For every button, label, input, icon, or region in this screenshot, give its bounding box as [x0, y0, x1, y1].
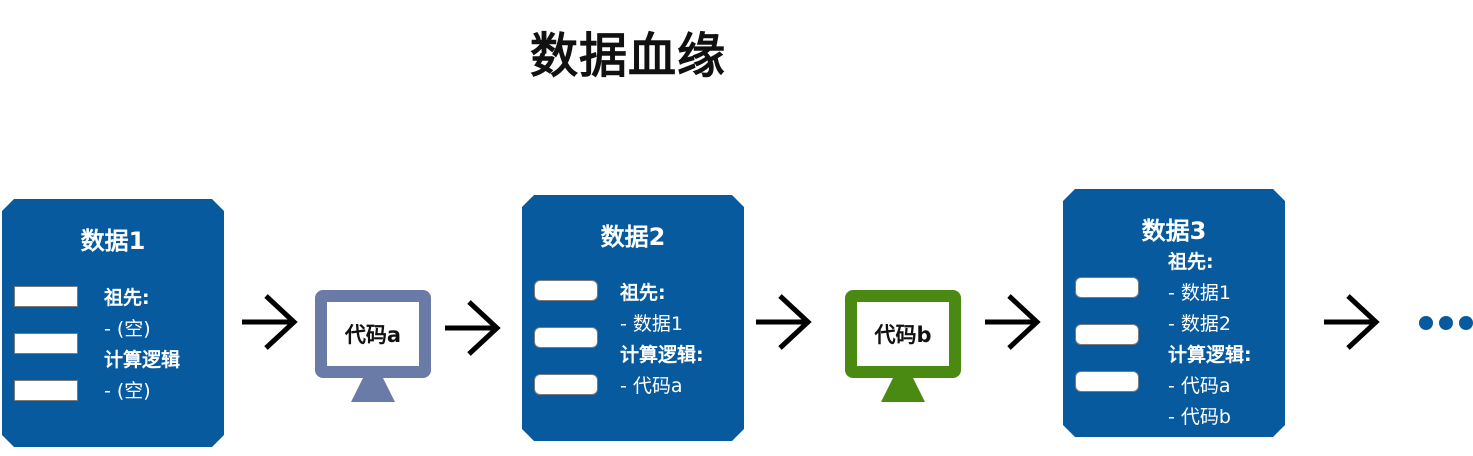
- field-slot: [14, 380, 78, 401]
- field-slot: [534, 280, 598, 301]
- data-node-1-title: 数据1: [80, 227, 146, 255]
- field-slot: [1075, 371, 1139, 392]
- ancestor-item: - 数据1: [1168, 282, 1231, 304]
- logic-label: 计算逻辑:: [620, 344, 704, 366]
- data-node-3-info: 祖先: - 数据1 - 数据2 计算逻辑: - 代码a - 代码b: [1168, 247, 1252, 433]
- data-node-3-title: 数据3: [1141, 217, 1207, 245]
- logic-item: - (空): [104, 380, 151, 402]
- ancestors-label: 祖先:: [620, 282, 666, 304]
- monitor-stand: [881, 378, 925, 402]
- arrow-right-icon: [445, 300, 501, 356]
- data-node-3[interactable]: 数据3 祖先: - 数据1 - 数据2 计算逻辑: - 代码a - 代码b: [1063, 189, 1285, 437]
- ancestor-item: - (空): [104, 318, 151, 340]
- code-node-a[interactable]: 代码a: [315, 290, 431, 402]
- code-node-b[interactable]: 代码b: [845, 290, 961, 402]
- ancestors-label: 祖先:: [104, 287, 150, 309]
- data-node-2-info: 祖先: - 数据1 计算逻辑: - 代码a: [620, 278, 704, 402]
- field-slot: [1075, 277, 1139, 298]
- arrow-right-icon: [985, 294, 1041, 350]
- data-node-1[interactable]: 数据1 祖先: - (空) 计算逻辑 - (空): [2, 199, 224, 447]
- data-node-2[interactable]: 数据2 祖先: - 数据1 计算逻辑: - 代码a: [522, 195, 744, 441]
- logic-item: - 代码a: [620, 375, 683, 397]
- arrow-right-icon: [756, 294, 812, 350]
- logic-label: 计算逻辑: [104, 349, 181, 371]
- field-slot: [1075, 324, 1139, 345]
- data-node-2-title: 数据2: [600, 223, 666, 251]
- arrow-right-icon: [1324, 294, 1380, 350]
- arrow-right-icon: [242, 294, 298, 350]
- monitor-stand: [351, 378, 395, 402]
- logic-label: 计算逻辑:: [1168, 344, 1252, 366]
- logic-item: - 代码b: [1168, 406, 1231, 428]
- ancestors-label: 祖先:: [1168, 251, 1214, 273]
- field-slot: [534, 327, 598, 348]
- field-slot: [14, 286, 78, 307]
- data-node-1-info: 祖先: - (空) 计算逻辑 - (空): [104, 283, 180, 407]
- field-slot: [14, 333, 78, 354]
- more-dots-icon: [1419, 316, 1473, 330]
- ancestor-item: - 数据1: [620, 313, 683, 335]
- logic-item: - 代码a: [1168, 375, 1231, 397]
- page-title: 数据血缘: [530, 28, 727, 84]
- field-slot: [534, 374, 598, 395]
- code-node-a-label: 代码a: [327, 302, 419, 366]
- ancestor-item: - 数据2: [1168, 313, 1231, 335]
- code-node-b-label: 代码b: [857, 302, 949, 366]
